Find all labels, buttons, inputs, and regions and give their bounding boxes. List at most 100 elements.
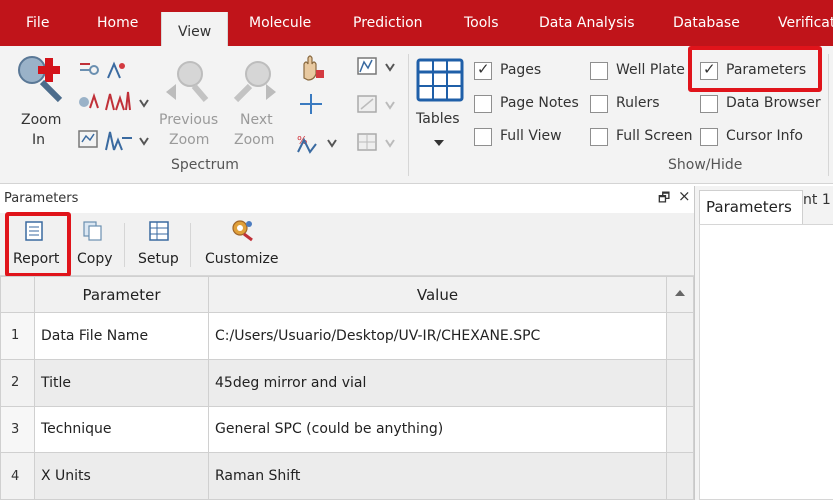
setup-icon[interactable]: [148, 220, 170, 242]
overlay-icon[interactable]: [356, 92, 400, 118]
pages-checkbox[interactable]: [474, 60, 492, 80]
menu-database[interactable]: Database: [673, 0, 740, 46]
auto-scale-icon[interactable]: [104, 58, 130, 84]
previous-zoom-icon[interactable]: [160, 56, 218, 108]
scrollbar-track[interactable]: [666, 358, 694, 407]
toolbar-separator: [190, 223, 191, 267]
row-number-header: [0, 276, 35, 313]
rulers-checkbox[interactable]: [590, 95, 608, 113]
setup-button[interactable]: Setup: [138, 251, 179, 267]
panel-title: Parameters: [4, 191, 79, 206]
previous-zoom-label-1: Previous: [159, 112, 219, 128]
multiplet-icon[interactable]: [104, 128, 150, 152]
menu-file[interactable]: File: [26, 0, 49, 46]
report-highlight: [5, 212, 71, 277]
hand-pan-icon[interactable]: [296, 54, 326, 82]
well-plate-checkbox-label[interactable]: Well Plate: [616, 62, 685, 78]
group-separator: [408, 54, 409, 176]
grid-view-icon[interactable]: [356, 130, 400, 156]
data-browser-checkbox[interactable]: [700, 95, 718, 113]
scrollbar-track[interactable]: [666, 405, 694, 454]
parameter-cell[interactable]: X Units: [34, 452, 209, 500]
cursor-info-checkbox[interactable]: [700, 128, 718, 146]
group-separator: [828, 54, 829, 176]
parameters-table: Parameter Value 1 Data File Name C:/User…: [0, 276, 694, 500]
parameter-column-header[interactable]: Parameter: [34, 276, 209, 313]
tables-label[interactable]: Tables: [416, 111, 460, 127]
menu-prediction[interactable]: Prediction: [353, 0, 423, 46]
pages-checkbox-label[interactable]: Pages: [500, 62, 541, 78]
next-zoom-label-1: Next: [240, 112, 273, 128]
close-panel-icon[interactable]: ×: [678, 187, 691, 205]
value-column-header[interactable]: Value: [208, 276, 667, 313]
float-panel-icon[interactable]: 🗗: [658, 189, 670, 211]
zoom-in-label-2: In: [32, 132, 46, 148]
integration-icon[interactable]: [76, 128, 102, 152]
full-view-checkbox[interactable]: [474, 128, 492, 146]
table-row[interactable]: 2 Title 45deg mirror and vial: [0, 358, 694, 407]
data-browser-checkbox-label[interactable]: Data Browser: [726, 95, 821, 111]
full-screen-checkbox-label[interactable]: Full Screen: [616, 128, 693, 144]
row-number: 3: [0, 405, 35, 454]
right-pane-content: [699, 224, 833, 500]
full-screen-checkbox[interactable]: [590, 128, 608, 146]
menu-tools[interactable]: Tools: [464, 0, 499, 46]
table-header-row: Parameter Value: [0, 276, 694, 313]
tables-dropdown-icon[interactable]: [433, 138, 445, 148]
show-hide-group-label: Show/Hide: [668, 157, 743, 173]
next-zoom-icon[interactable]: [230, 56, 280, 108]
table-row[interactable]: 4 X Units Raman Shift: [0, 452, 694, 500]
zoom-in-icon[interactable]: [16, 52, 70, 104]
peak-zoom-icon[interactable]: [76, 90, 102, 114]
crosshair-icon[interactable]: [298, 92, 324, 116]
parameters-toolbar: Report Copy Setup Customize: [0, 212, 694, 277]
table-row[interactable]: 1 Data File Name C:/Users/Usuario/Deskto…: [0, 312, 694, 360]
spectrum-group-label: Spectrum: [171, 157, 239, 173]
menu-view[interactable]: View: [161, 12, 229, 46]
rulers-checkbox-label[interactable]: Rulers: [616, 95, 660, 111]
scroll-up-icon[interactable]: [666, 276, 694, 313]
customize-icon[interactable]: [230, 218, 256, 242]
scrollbar-track[interactable]: [666, 312, 694, 360]
next-zoom-label-2: Zoom: [234, 132, 275, 148]
page-notes-checkbox-label[interactable]: Page Notes: [500, 95, 579, 111]
value-cell[interactable]: C:/Users/Usuario/Desktop/UV-IR/CHEXANE.S…: [208, 312, 667, 360]
tab-next[interactable]: nt 1: [803, 192, 833, 208]
previous-zoom-label-2: Zoom: [169, 132, 210, 148]
full-view-checkbox-label[interactable]: Full View: [500, 128, 562, 144]
ribbon: Zoom In Previous Zoom Next Zoom % Spectr…: [0, 46, 833, 184]
parameter-cell[interactable]: Title: [34, 358, 209, 407]
row-number: 4: [0, 452, 35, 500]
display-mode-icon[interactable]: [356, 54, 400, 80]
tab-parameters[interactable]: Parameters: [699, 190, 803, 224]
zoom-in-label-1: Zoom: [21, 112, 62, 128]
tables-icon[interactable]: [416, 58, 464, 106]
parameters-highlight: [688, 46, 822, 92]
menu-bar: File Home View Molecule Prediction Tools…: [0, 0, 833, 46]
customize-button[interactable]: Customize: [205, 251, 279, 267]
row-number: 1: [0, 312, 35, 360]
menu-molecule[interactable]: Molecule: [249, 0, 311, 46]
page-notes-checkbox[interactable]: [474, 95, 492, 113]
cursor-info-checkbox-label[interactable]: Cursor Info: [726, 128, 803, 144]
scrollbar-track[interactable]: [666, 452, 694, 500]
parameter-cell[interactable]: Technique: [34, 405, 209, 454]
peaks-icon[interactable]: [104, 90, 150, 114]
copy-button[interactable]: Copy: [77, 251, 113, 267]
zoom-tool-icon[interactable]: [76, 58, 102, 84]
copy-icon[interactable]: [82, 220, 104, 242]
value-cell[interactable]: 45deg mirror and vial: [208, 358, 667, 407]
well-plate-checkbox[interactable]: [590, 62, 608, 80]
right-pane: Parameters nt 1: [694, 186, 833, 500]
menu-home[interactable]: Home: [97, 0, 138, 46]
parameters-panel-header: Parameters 🗗 ×: [0, 186, 694, 213]
table-row[interactable]: 3 Technique General SPC (could be anythi…: [0, 405, 694, 454]
value-cell[interactable]: General SPC (could be anything): [208, 405, 667, 454]
row-number: 2: [0, 358, 35, 407]
peak-label-icon[interactable]: %: [296, 130, 340, 154]
value-cell[interactable]: Raman Shift: [208, 452, 667, 500]
parameter-cell[interactable]: Data File Name: [34, 312, 209, 360]
menu-data-analysis[interactable]: Data Analysis: [539, 0, 635, 46]
toolbar-separator: [124, 223, 125, 267]
menu-verification[interactable]: Verificat: [778, 0, 833, 46]
